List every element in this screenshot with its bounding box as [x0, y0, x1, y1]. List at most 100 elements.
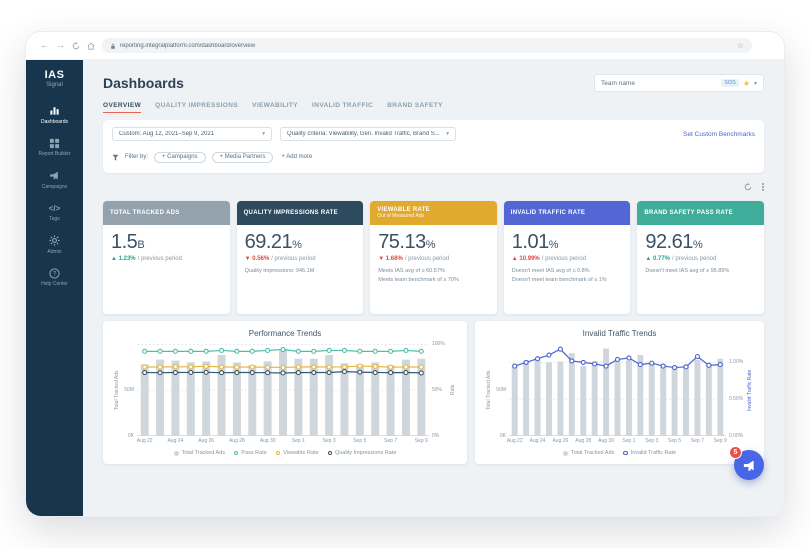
sidebar-item-help-center[interactable]: ? Help Center: [26, 267, 83, 287]
x-tick-label: Sep 5: [668, 438, 682, 444]
team-select[interactable]: Team name SOS ★ ▾: [594, 74, 764, 92]
sidebar-item-report-builder[interactable]: Report Builder: [26, 138, 83, 157]
legend-marker: [234, 450, 239, 456]
sidebar-item-campaigns[interactable]: Campaigns: [26, 170, 83, 190]
chevron-down-icon: ▾: [446, 131, 449, 137]
x-tick-label: Sep 3: [645, 438, 659, 444]
tab-quality-impressions[interactable]: QUALITY IMPRESSIONS: [155, 102, 238, 113]
legend-item[interactable]: Total Tracked Ads: [562, 450, 614, 456]
bar: [417, 358, 426, 436]
performance-trends-chart: Performance Trends Total Tracked Ads 50M…: [103, 321, 467, 464]
bar: [705, 363, 712, 436]
tab-invalid-traffic[interactable]: INVALID TRAFFIC: [312, 102, 373, 113]
legend-item[interactable]: Viewable Rate: [275, 450, 319, 456]
home-icon[interactable]: [87, 42, 95, 50]
data-point: [672, 365, 678, 371]
quality-criteria-select[interactable]: Quality criteria: Viewability, Gen. Inva…: [280, 127, 456, 141]
add-more-filters-button[interactable]: + Add more: [281, 154, 312, 160]
data-point: [311, 364, 317, 370]
legend-item[interactable]: Pass Rate: [234, 450, 267, 456]
data-point: [172, 348, 178, 354]
kpi-invalid-traffic-rate: INVALID TRAFFIC RATE 1.01% ▲ 10.99% / pre…: [503, 201, 631, 314]
bar: [637, 355, 644, 436]
data-point: [295, 364, 301, 370]
x-axis-labels: Aug 22 Aug 24 Aug 26 Aug 28 Aug 30 Sep 1 Sep 3…: [137, 438, 429, 446]
data-point: [660, 363, 666, 369]
x-tick-label: Sep 5: [353, 438, 367, 444]
refresh-icon[interactable]: [744, 178, 752, 196]
kpi-notes: Meets IAS avg of ≥ 60.57% Meets team benc…: [378, 267, 489, 286]
data-point: [341, 364, 348, 370]
more-options-icon[interactable]: [762, 182, 764, 192]
data-point: [172, 364, 178, 370]
legend-item[interactable]: Invalid Traffic Rate: [623, 450, 676, 456]
legend-label: Viewable Rate: [283, 450, 319, 456]
tab-overview[interactable]: OVERVIEW: [103, 102, 142, 113]
favorite-star-icon[interactable]: ★: [743, 79, 750, 88]
add-campaigns-filter-button[interactable]: + Campaigns: [154, 151, 206, 163]
data-point: [280, 364, 286, 371]
back-icon[interactable]: ←: [40, 41, 49, 50]
ias-signal-logo: IAS Signal: [45, 69, 65, 88]
data-point: [683, 364, 689, 370]
sidebar-item-label: Report Builder: [38, 151, 71, 157]
kpi-value: 92.61%: [645, 231, 703, 253]
page-title: Dashboards: [103, 75, 184, 91]
data-point: [603, 363, 609, 369]
forward-icon[interactable]: →: [56, 41, 65, 50]
data-point: [357, 348, 363, 354]
data-point: [357, 363, 363, 369]
x-tick-label: Aug 30: [598, 438, 615, 444]
filter-icon: [112, 148, 119, 166]
x-tick-label: Aug 30: [259, 438, 276, 444]
sidebar-item-label: Help Center: [41, 281, 68, 287]
data-point: [218, 347, 225, 353]
y-tick-label: 50M: [496, 387, 506, 393]
data-point: [614, 356, 621, 363]
legend-item[interactable]: Quality Impressions Rate: [327, 450, 396, 456]
kpi-subtitle: Out of Measured Ads: [377, 213, 425, 219]
x-tick-label: Aug 28: [228, 438, 245, 444]
bar: [340, 363, 349, 436]
data-point: [418, 348, 424, 354]
tab-brand-safety[interactable]: BRAND SAFETY: [387, 102, 443, 113]
bar: [625, 360, 632, 436]
chart-title: Invalid Traffic Trends: [582, 329, 657, 338]
legend-item[interactable]: Total Tracked Ads: [173, 450, 225, 456]
date-range-select[interactable]: Custom: Aug 12, 2021–Sep 9, 2021 ▾: [112, 127, 272, 141]
data-point: [172, 369, 178, 376]
kpi-change: ▼ 1.68% / previous period: [378, 256, 450, 262]
bookmark-star-icon[interactable]: ☆: [737, 41, 744, 50]
kpi-benchmark-note: Doesn't meet IAS avg of ≥ 95.89%: [645, 268, 730, 274]
data-point: [142, 348, 148, 354]
address-bar[interactable]: reporting.integralplatform.com/dashboard…: [102, 38, 752, 53]
data-point: [372, 363, 378, 369]
reload-icon[interactable]: [72, 41, 80, 50]
x-tick-label: Sep 9: [414, 438, 428, 444]
bar: [671, 366, 678, 436]
right-axis-label: Rate: [450, 384, 456, 396]
tab-viewability[interactable]: VIEWABILITY: [252, 102, 298, 113]
sidebar-item-admin[interactable]: Admin: [26, 235, 83, 255]
legend-label: Pass Rate: [241, 450, 267, 456]
grid-icon: [49, 138, 60, 148]
bar: [568, 353, 575, 436]
sidebar-item-tags[interactable]: </> Tags: [26, 203, 83, 223]
bar: [660, 364, 667, 436]
sidebar-item-dashboards[interactable]: Dashboards: [26, 105, 83, 125]
kpi-value: 1.01%: [511, 231, 559, 253]
data-point: [326, 347, 332, 353]
bar: [355, 364, 364, 436]
kpi-notes: Quality Impressions: 946.1M: [245, 267, 356, 276]
left-axis-ticks: 50M 0K: [493, 344, 509, 439]
legend-label: Invalid Traffic Rate: [630, 450, 677, 456]
bar: [279, 350, 287, 436]
chat-button[interactable]: 5: [729, 446, 764, 480]
set-custom-benchmarks-link[interactable]: Set Custom Benchmarks: [683, 131, 755, 138]
x-tick-label: Sep 9: [713, 438, 727, 444]
kpi-value: 75.13%: [378, 231, 436, 253]
kpi-change: ▲ 1.23% / previous period: [111, 256, 182, 262]
kpi-change: ▲ 0.77% / previous period: [645, 256, 717, 262]
team-select-value: Team name: [601, 79, 635, 87]
add-media-partners-filter-button[interactable]: + Media Partners: [211, 151, 274, 163]
